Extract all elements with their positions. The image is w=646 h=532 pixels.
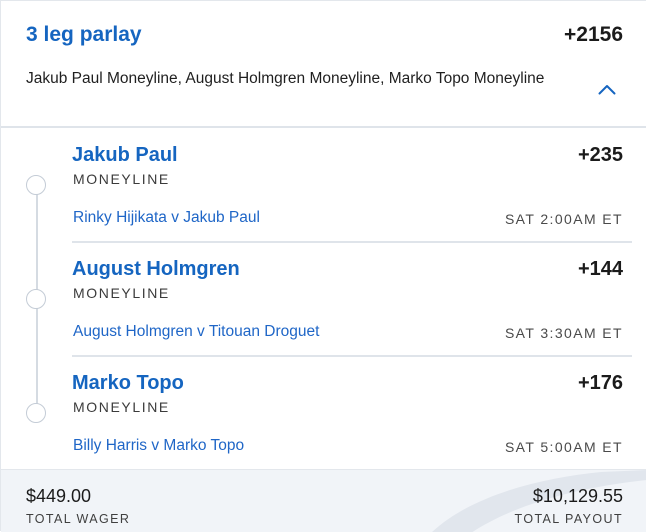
leg-market: MONEYLINE bbox=[73, 285, 170, 301]
leg-odds: +235 bbox=[577, 144, 623, 166]
total-wager-amount: $449.00 bbox=[26, 486, 92, 506]
parlay-header[interactable]: 3 leg parlay +2156 Jakub Paul Moneyline,… bbox=[1, 1, 646, 128]
leg-selection-name: August Holmgren bbox=[72, 258, 240, 280]
leg-odds: +144 bbox=[577, 258, 623, 280]
leg-event-link[interactable]: Billy Harris v Marko Topo bbox=[73, 437, 244, 455]
chevron-up-icon bbox=[598, 84, 616, 94]
leg-event-link[interactable]: August Holmgren v Titouan Droguet bbox=[73, 323, 319, 341]
timeline-dot-icon bbox=[26, 403, 46, 423]
parlay-odds: +2156 bbox=[564, 23, 623, 46]
leg-event-link[interactable]: Rinky Hijikata v Jakub Paul bbox=[73, 209, 260, 227]
leg-selection-name: Jakub Paul bbox=[72, 144, 178, 166]
leg-market: MONEYLINE bbox=[73, 399, 170, 415]
leg-odds: +176 bbox=[577, 372, 623, 394]
total-wager-label: TOTAL WAGER bbox=[26, 512, 131, 526]
total-payout-label: TOTAL PAYOUT bbox=[514, 512, 623, 526]
leg-event-time: SAT 5:00AM ET bbox=[504, 439, 623, 455]
bet-summary-footer: $449.00 TOTAL WAGER $10,129.55 TOTAL PAY… bbox=[1, 469, 646, 532]
parlay-description: Jakub Paul Moneyline, August Holmgren Mo… bbox=[26, 70, 545, 87]
leg-selection-name: Marko Topo bbox=[72, 372, 184, 394]
leg-market: MONEYLINE bbox=[73, 171, 170, 187]
parlay-legs: Jakub Paul +235 MONEYLINE Rinky Hijikata… bbox=[1, 128, 646, 469]
collapse-button[interactable] bbox=[592, 77, 622, 101]
total-payout-amount: $10,129.55 bbox=[532, 486, 623, 506]
leg-item: Marko Topo +176 MONEYLINE Billy Harris v… bbox=[1, 356, 646, 470]
leg-item: August Holmgren +144 MONEYLINE August Ho… bbox=[1, 242, 646, 357]
leg-event-time: SAT 2:00AM ET bbox=[504, 211, 623, 227]
timeline-dot-icon bbox=[26, 289, 46, 309]
parlay-title: 3 leg parlay bbox=[26, 23, 142, 46]
timeline-dot-icon bbox=[26, 175, 46, 195]
parlay-bet-card: 3 leg parlay +2156 Jakub Paul Moneyline,… bbox=[0, 0, 646, 532]
leg-item: Jakub Paul +235 MONEYLINE Rinky Hijikata… bbox=[1, 128, 646, 243]
leg-event-time: SAT 3:30AM ET bbox=[504, 325, 623, 341]
